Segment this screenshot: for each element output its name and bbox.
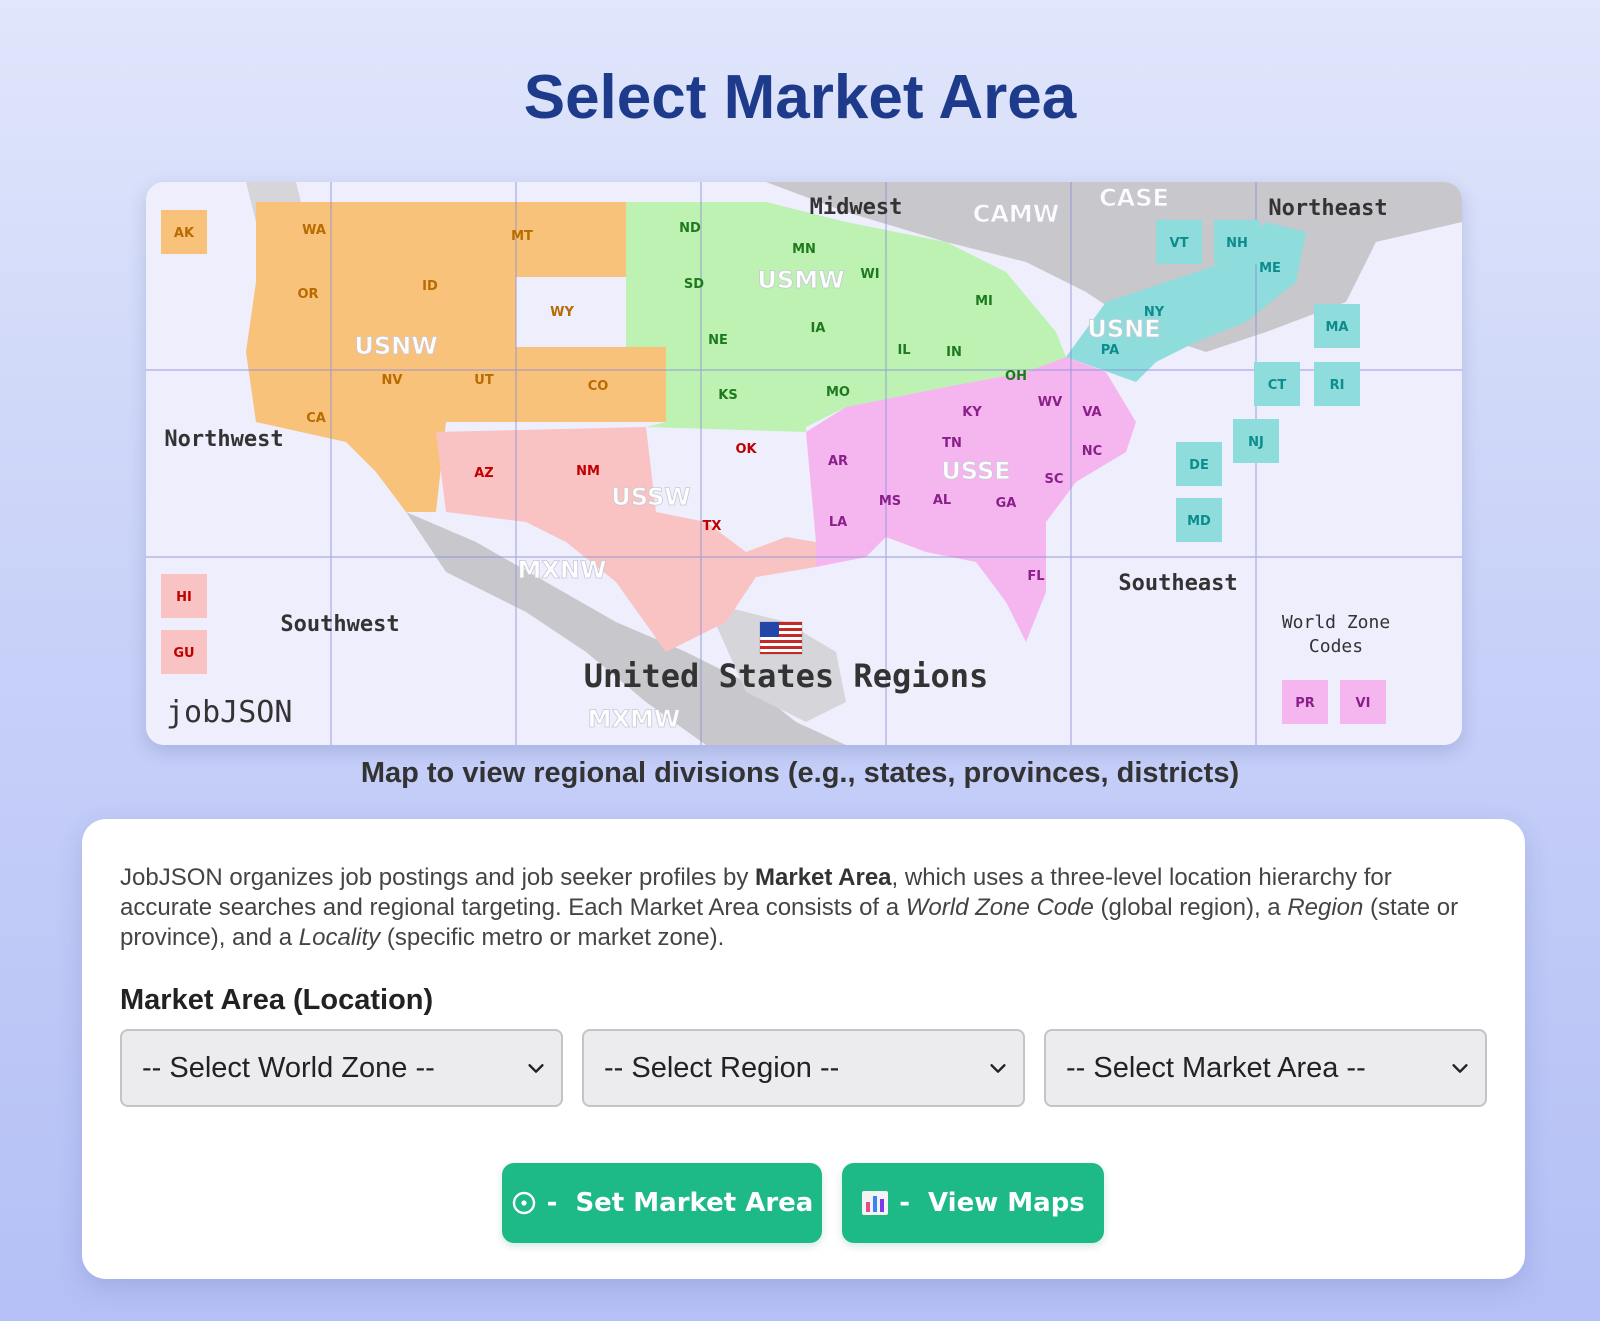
state-label-mi: MI bbox=[975, 294, 993, 309]
state-label-ar: AR bbox=[828, 454, 848, 469]
state-label-az: AZ bbox=[474, 466, 494, 481]
zone-code-mxmw: MXMW bbox=[588, 705, 681, 733]
map-main-title: United States Regions bbox=[584, 657, 989, 695]
state-label-tx: TX bbox=[703, 519, 722, 534]
state-label-sd: SD bbox=[684, 277, 704, 292]
bar-chart-icon bbox=[861, 1190, 889, 1216]
zone-code-mxnw: MXNW bbox=[518, 556, 607, 584]
state-label-de: DE bbox=[1189, 458, 1209, 473]
state-label-fl: FL bbox=[1027, 569, 1044, 584]
map-svg: AK WA OR CA ID NV MT WY UT CO AZ NM TX O… bbox=[146, 182, 1462, 745]
state-label-gu: GU bbox=[173, 646, 194, 661]
state-label-ok: OK bbox=[735, 442, 757, 457]
world-zone-select[interactable]: -- Select World Zone -- bbox=[120, 1029, 563, 1107]
state-label-vt: VT bbox=[1170, 236, 1189, 251]
state-label-ut: UT bbox=[474, 373, 494, 388]
state-label-ct: CT bbox=[1268, 378, 1287, 393]
region-select[interactable]: -- Select Region -- bbox=[582, 1029, 1025, 1107]
state-label-wv: WV bbox=[1038, 395, 1062, 410]
world-zone-codes-line1: World Zone bbox=[1282, 612, 1390, 633]
view-button-dash: - bbox=[899, 1188, 910, 1218]
state-label-nh: NH bbox=[1226, 236, 1248, 251]
zone-code-usne: USNE bbox=[1087, 315, 1160, 343]
zone-code-usmw: USMW bbox=[757, 266, 844, 294]
state-label-mo: MO bbox=[826, 385, 850, 400]
target-icon bbox=[511, 1190, 537, 1216]
state-label-vi: VI bbox=[1356, 696, 1371, 711]
state-label-ma: MA bbox=[1326, 320, 1349, 335]
set-button-label: Set Market Area bbox=[575, 1188, 814, 1218]
chevron-down-icon bbox=[1452, 1064, 1468, 1073]
state-label-ia: IA bbox=[811, 321, 826, 336]
zone-code-usnw: USNW bbox=[354, 332, 437, 360]
set-button-dash: - bbox=[546, 1188, 558, 1218]
state-label-nj: NJ bbox=[1248, 435, 1264, 450]
state-label-pa: PA bbox=[1101, 343, 1119, 358]
zone-code-ussw: USSW bbox=[611, 483, 690, 511]
chevron-down-icon bbox=[990, 1064, 1006, 1073]
state-label-ak: AK bbox=[174, 226, 195, 241]
market-area-label: Market Area (Location) bbox=[120, 984, 434, 1016]
map-caption: Map to view regional divisions (e.g., st… bbox=[360, 757, 1240, 789]
state-label-or: OR bbox=[297, 287, 318, 302]
intro-paragraph: JobJSON organizes job postings and job s… bbox=[120, 864, 1459, 951]
state-label-mn: MN bbox=[792, 242, 816, 257]
chevron-down-icon bbox=[528, 1064, 544, 1073]
region-label-northeast: Northeast bbox=[1268, 196, 1387, 221]
world-zone-select-value: -- Select World Zone -- bbox=[142, 1051, 435, 1084]
state-label-pr: PR bbox=[1295, 696, 1315, 711]
world-zone-codes-line2: Codes bbox=[1309, 636, 1363, 657]
state-label-ne: NE bbox=[708, 333, 728, 348]
market-area-select[interactable]: -- Select Market Area -- bbox=[1044, 1029, 1487, 1107]
state-label-wi: WI bbox=[860, 267, 879, 282]
page-title: Select Market Area bbox=[523, 63, 1077, 132]
state-label-in: IN bbox=[946, 345, 962, 360]
us-regions-map[interactable]: AK WA OR CA ID NV MT WY UT CO AZ NM TX O… bbox=[146, 182, 1462, 745]
state-label-nd: ND bbox=[679, 221, 701, 236]
zone-code-usse: USSE bbox=[941, 457, 1010, 485]
state-label-co: CO bbox=[588, 379, 609, 394]
state-label-md: MD bbox=[1187, 514, 1211, 529]
state-label-hi: HI bbox=[176, 590, 192, 605]
state-label-nm: NM bbox=[576, 464, 600, 479]
region-label-midwest: Midwest bbox=[810, 195, 903, 220]
map-brand-logo: jobJSON bbox=[166, 695, 292, 730]
state-label-wa: WA bbox=[302, 223, 326, 238]
state-label-ga: GA bbox=[996, 496, 1017, 511]
zone-code-case: CASE bbox=[1099, 184, 1169, 212]
state-label-ms: MS bbox=[879, 494, 901, 509]
state-label-ca: CA bbox=[306, 411, 326, 426]
market-area-select-value: -- Select Market Area -- bbox=[1066, 1051, 1366, 1084]
set-market-area-button[interactable]: - Set Market Area bbox=[502, 1163, 822, 1243]
region-label-northwest: Northwest bbox=[164, 427, 283, 452]
state-label-oh: OH bbox=[1005, 369, 1027, 384]
state-label-mt: MT bbox=[511, 229, 533, 244]
state-label-tn: TN bbox=[942, 436, 962, 451]
view-button-label: View Maps bbox=[928, 1188, 1085, 1218]
region-label-southwest: Southwest bbox=[280, 612, 399, 637]
state-label-ri: RI bbox=[1330, 378, 1345, 393]
market-area-card: JobJSON organizes job postings and job s… bbox=[82, 819, 1525, 1279]
state-label-nv: NV bbox=[382, 373, 403, 388]
us-flag-icon bbox=[759, 621, 803, 655]
state-label-nc: NC bbox=[1082, 444, 1102, 459]
zone-code-camw: CAMW bbox=[973, 200, 1060, 228]
region-label-southeast: Southeast bbox=[1118, 571, 1237, 596]
state-label-il: IL bbox=[897, 343, 910, 358]
state-label-me: ME bbox=[1259, 261, 1281, 276]
state-label-ks: KS bbox=[718, 388, 737, 403]
state-label-id: ID bbox=[422, 279, 438, 294]
view-maps-button[interactable]: - View Maps bbox=[842, 1163, 1104, 1243]
state-label-al: AL bbox=[933, 493, 951, 508]
state-label-la: LA bbox=[829, 515, 847, 530]
state-label-va: VA bbox=[1082, 405, 1101, 420]
state-label-sc: SC bbox=[1045, 472, 1064, 487]
state-label-wy: WY bbox=[550, 305, 574, 320]
state-label-ky: KY bbox=[962, 405, 982, 420]
region-select-value: -- Select Region -- bbox=[604, 1051, 840, 1084]
